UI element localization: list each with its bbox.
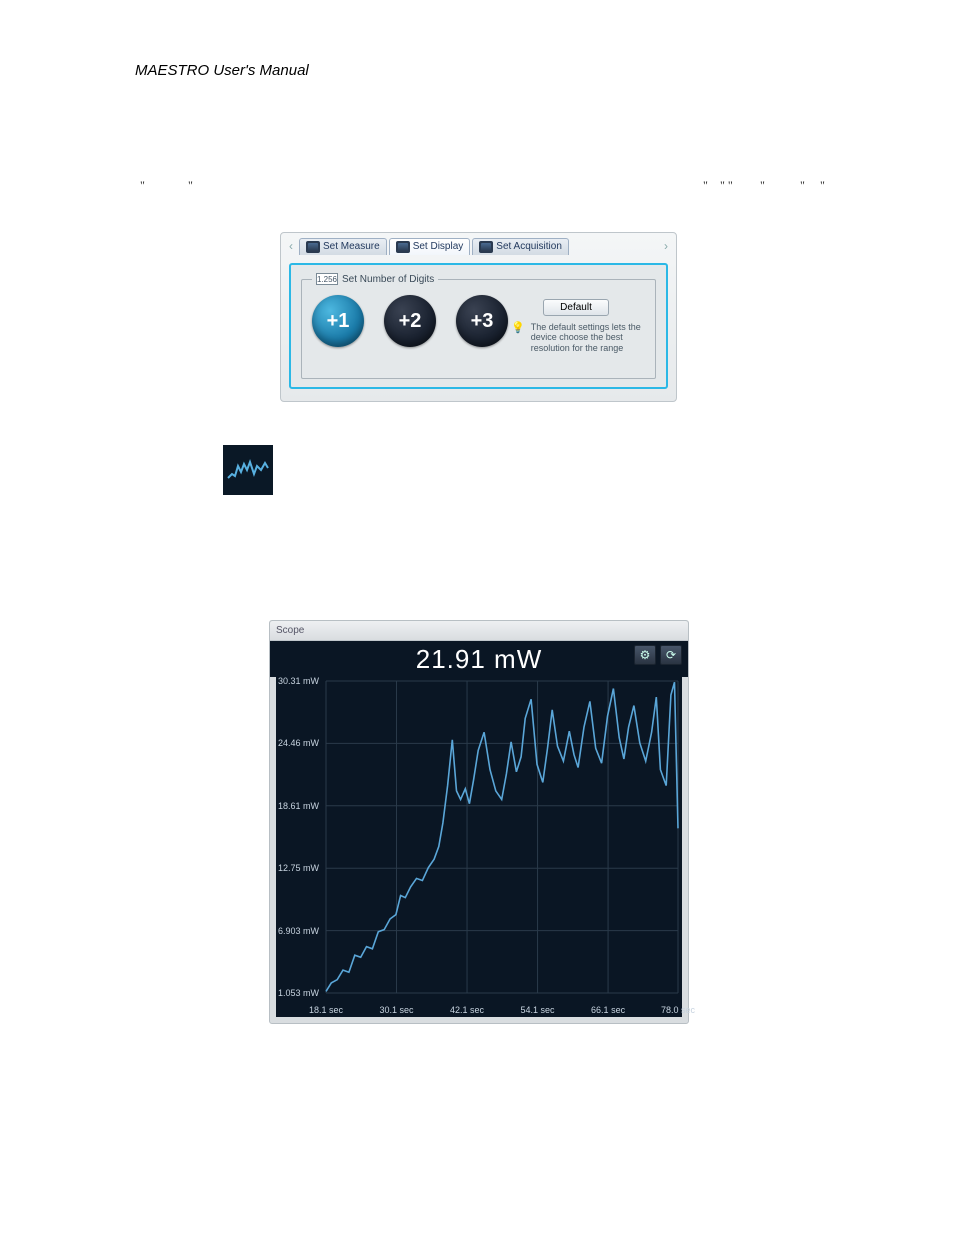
tabs-scroll-left[interactable]: ‹ (285, 237, 297, 255)
scope-x-axis: 18.1 sec 30.1 sec 42.1 sec 54.1 sec 66.1 sec… (276, 997, 682, 1017)
scope-title: Scope (276, 625, 304, 636)
tab-set-measure[interactable]: Set Measure (299, 238, 387, 255)
scope-settings-button[interactable]: ⚙ (634, 645, 656, 665)
default-column: Default 💡 The default settings lets the … (511, 299, 641, 353)
tab-label: Set Acquisition (496, 241, 562, 252)
tab-label: Set Display (413, 241, 464, 252)
lightbulb-icon: 💡 (511, 322, 525, 335)
panel-tabs: ‹ Set Measure Set Display Set Acquisitio… (281, 233, 676, 257)
x-tick-label: 18.1 sec (309, 1005, 343, 1015)
display-icon (396, 241, 410, 253)
digits-plus-2-button[interactable]: +2 (384, 295, 436, 347)
x-tick-label: 42.1 sec (450, 1005, 484, 1015)
digit-option-label: +3 (471, 310, 494, 333)
panel-content: 1.256 Set Number of Digits +1 +2 +3 Defa… (289, 263, 668, 389)
scope-reading-value: 21.91 mW (416, 644, 543, 675)
digit-option-label: +1 (327, 310, 350, 333)
refresh-icon: ⟳ (666, 648, 676, 662)
hint-text: The default settings lets the device cho… (531, 322, 641, 353)
scope-refresh-button[interactable]: ⟳ (660, 645, 682, 665)
scope-toolbar: ⚙ ⟳ (634, 645, 682, 665)
quote-mark: " (800, 178, 805, 193)
manual-title: MAESTRO User's Manual (135, 62, 309, 79)
quote-mark: " (703, 178, 708, 193)
default-hint: 💡 The default settings lets the device c… (511, 322, 641, 353)
quote-mark: " " (720, 178, 733, 193)
default-button[interactable]: Default (543, 299, 609, 316)
x-tick-label: 78.0 sec (661, 1005, 695, 1015)
page-header: MAESTRO User's Manual (135, 62, 309, 79)
digits-legend: 1.256 Set Number of Digits (312, 273, 438, 285)
default-button-label: Default (560, 302, 592, 313)
digits-plus-3-button[interactable]: +3 (456, 295, 508, 347)
scope-window: Scope 21.91 mW ⚙ ⟳ 30.31 mW24.46 mW18.61… (269, 620, 689, 1024)
tab-set-display[interactable]: Set Display (389, 238, 471, 255)
x-tick-label: 54.1 sec (521, 1005, 555, 1015)
quote-mark: " (820, 178, 825, 193)
digits-legend-text: Set Number of Digits (342, 274, 434, 285)
set-display-panel: ‹ Set Measure Set Display Set Acquisitio… (280, 232, 677, 402)
quote-mark: " (760, 178, 765, 193)
scope-reading-row: 21.91 mW ⚙ ⟳ (270, 641, 688, 677)
digits-badge-icon: 1.256 (316, 273, 338, 285)
digits-plus-1-button[interactable]: +1 (312, 295, 364, 347)
quote-mark: " (140, 178, 145, 193)
tab-set-acquisition[interactable]: Set Acquisition (472, 238, 569, 255)
tab-label: Set Measure (323, 241, 380, 252)
scope-plot-area: 30.31 mW24.46 mW18.61 mW12.75 mW6.903 mW… (276, 677, 682, 997)
tabs-scroll-right[interactable]: › (660, 237, 672, 255)
scope-titlebar: Scope (270, 621, 688, 641)
x-tick-label: 30.1 sec (380, 1005, 414, 1015)
measure-icon (306, 241, 320, 253)
scope-mode-icon (223, 445, 273, 495)
gear-icon: ⚙ (640, 648, 651, 662)
digits-fieldset: 1.256 Set Number of Digits +1 +2 +3 Defa… (301, 273, 656, 379)
waveform-icon (227, 456, 269, 484)
acquisition-icon (479, 241, 493, 253)
x-tick-label: 66.1 sec (591, 1005, 625, 1015)
digit-option-label: +2 (399, 310, 422, 333)
quote-mark: " (188, 178, 193, 193)
